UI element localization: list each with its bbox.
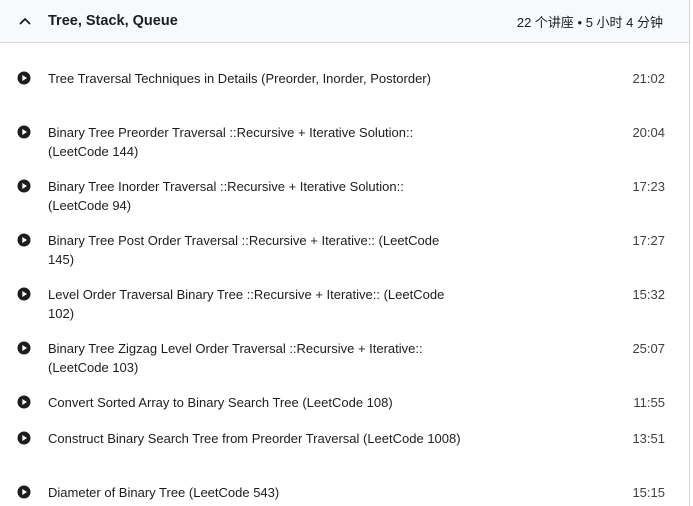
lecture-title[interactable]: Binary Tree Zigzag Level Order Traversal… [48, 339, 468, 377]
lecture-title[interactable]: Diameter of Binary Tree (LeetCode 543) [48, 483, 468, 502]
play-circle-icon[interactable] [17, 341, 31, 355]
lecture-title[interactable]: Binary Tree Post Order Traversal ::Recur… [48, 231, 468, 269]
play-circle-icon[interactable] [17, 431, 31, 445]
lecture-duration: 13:51 [632, 431, 665, 446]
lecture-title[interactable]: Construct Binary Search Tree from Preord… [48, 429, 468, 448]
play-circle-icon[interactable] [17, 233, 31, 247]
play-circle-icon[interactable] [17, 287, 31, 301]
lecture-title[interactable]: Tree Traversal Techniques in Details (Pr… [48, 69, 468, 88]
play-circle-icon[interactable] [17, 179, 31, 193]
play-circle-icon[interactable] [17, 71, 31, 85]
play-circle-icon[interactable] [17, 485, 31, 499]
lecture-duration: 15:32 [632, 287, 665, 302]
play-circle-icon[interactable] [17, 395, 31, 409]
lecture-duration: 17:27 [632, 233, 665, 248]
lecture-duration: 11:55 [633, 395, 665, 410]
play-circle-icon[interactable] [17, 125, 31, 139]
lecture-title[interactable]: Binary Tree Preorder Traversal ::Recursi… [48, 123, 468, 161]
section-header[interactable]: Tree, Stack, Queue 22 个讲座 • 5 小时 4 分钟 [0, 0, 689, 43]
chevron-up-icon[interactable] [19, 15, 31, 27]
lecture-title[interactable]: Convert Sorted Array to Binary Search Tr… [48, 393, 468, 412]
lecture-duration: 15:15 [632, 485, 665, 500]
lecture-title[interactable]: Level Order Traversal Binary Tree ::Recu… [48, 285, 468, 323]
lecture-duration: 25:07 [632, 341, 665, 356]
section-meta: 22 个讲座 • 5 小时 4 分钟 [516, 14, 663, 30]
lecture-duration: 21:02 [632, 71, 665, 86]
lecture-duration: 17:23 [632, 179, 665, 194]
lecture-title[interactable]: Binary Tree Inorder Traversal ::Recursiv… [48, 177, 468, 215]
course-section-panel: Tree, Stack, Queue 22 个讲座 • 5 小时 4 分钟 Tr… [0, 0, 690, 506]
section-title: Tree, Stack, Queue [48, 13, 178, 29]
lecture-duration: 20:04 [632, 125, 665, 140]
